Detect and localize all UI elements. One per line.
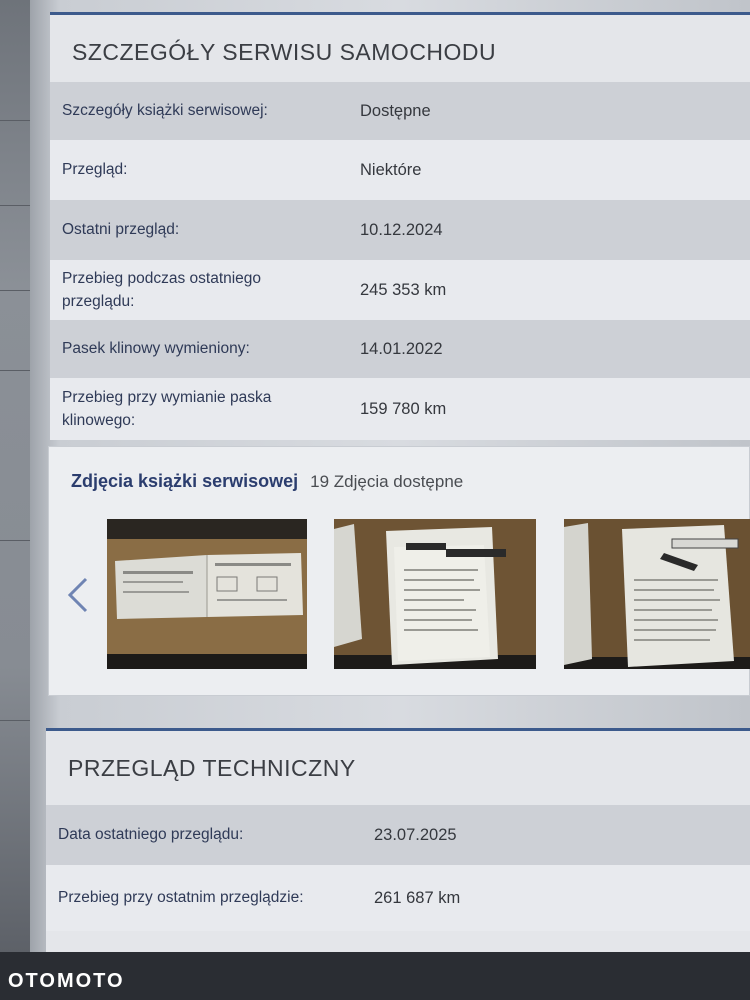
technical-inspection-title: PRZEGLĄD TECHNICZNY	[68, 755, 356, 781]
service-row: Szczegóły książki serwisowej: Dostępne	[50, 82, 750, 140]
service-row-label: Ostatni przegląd:	[62, 221, 180, 239]
service-row: Ostatni przegląd: 10.12.2024	[50, 200, 750, 260]
service-book-photo[interactable]	[564, 519, 750, 669]
service-book-photo[interactable]	[107, 519, 307, 669]
photos-title[interactable]: Zdjęcia książki serwisowej	[71, 471, 298, 492]
service-row: Pasek klinowy wymieniony: 14.01.2022	[50, 320, 750, 378]
inspection-row-value: 23.07.2025	[374, 825, 457, 844]
photos-count: 19 Zdjęcia dostępne	[310, 472, 464, 491]
technical-inspection-card: PRZEGLĄD TECHNICZNY Data ostatniego prze…	[46, 728, 750, 952]
service-row-label: Szczegóły książki serwisowej:	[62, 102, 268, 120]
service-row-value: 245 353 km	[360, 280, 447, 299]
service-row: Przebieg przy wymianie paska klinowego: …	[50, 378, 750, 440]
service-row-label: Pasek klinowy wymieniony:	[62, 340, 250, 358]
inspection-row-label: Data ostatniego przeglądu:	[58, 826, 244, 844]
screen: SZCZEGÓŁY SERWISU SAMOCHODU Szczegóły ks…	[0, 0, 750, 952]
inspection-row: Data ostatniego przeglądu: 23.07.2025	[46, 805, 750, 865]
service-book-photo-image	[564, 519, 750, 669]
service-book-photo[interactable]	[334, 519, 536, 669]
service-row-label: Przegląd:	[62, 161, 128, 179]
service-book-photos-card: Zdjęcia książki serwisowej 19 Zdjęcia do…	[48, 446, 750, 696]
service-book-photo-image	[334, 519, 536, 669]
service-row: Przegląd: Niektóre	[50, 140, 750, 200]
chevron-left-icon	[67, 577, 88, 613]
service-details-card: SZCZEGÓŁY SERWISU SAMOCHODU Szczegóły ks…	[50, 12, 750, 440]
service-row-label: Przebieg podczas ostatniego przeglądu:	[62, 269, 262, 310]
inspection-row-value: 261 687 km	[374, 888, 461, 907]
inspection-row-label: Przebieg przy ostatnim przeglądzie:	[58, 889, 304, 907]
service-row-value: 14.01.2022	[360, 339, 443, 358]
service-row-value: Dostępne	[360, 101, 431, 120]
otomoto-watermark: OTOMOTO	[8, 970, 125, 992]
inspection-row: Przebieg przy ostatnim przeglądzie: 261 …	[46, 865, 750, 931]
service-row-value: Niektóre	[360, 160, 422, 179]
service-row-value: 159 780 km	[360, 399, 447, 418]
carousel-prev-button[interactable]	[63, 575, 93, 615]
service-row-value: 10.12.2024	[360, 220, 443, 239]
left-sidebar-strip	[0, 0, 30, 952]
photos-header: Zdjęcia książki serwisowej 19 Zdjęcia do…	[71, 471, 463, 492]
service-details-title: SZCZEGÓŁY SERWISU SAMOCHODU	[72, 39, 497, 65]
service-book-photo-image	[107, 519, 307, 669]
service-row: Przebieg podczas ostatniego przeglądu: 2…	[50, 260, 750, 320]
service-row-label: Przebieg przy wymianie paska klinowego:	[62, 388, 272, 429]
